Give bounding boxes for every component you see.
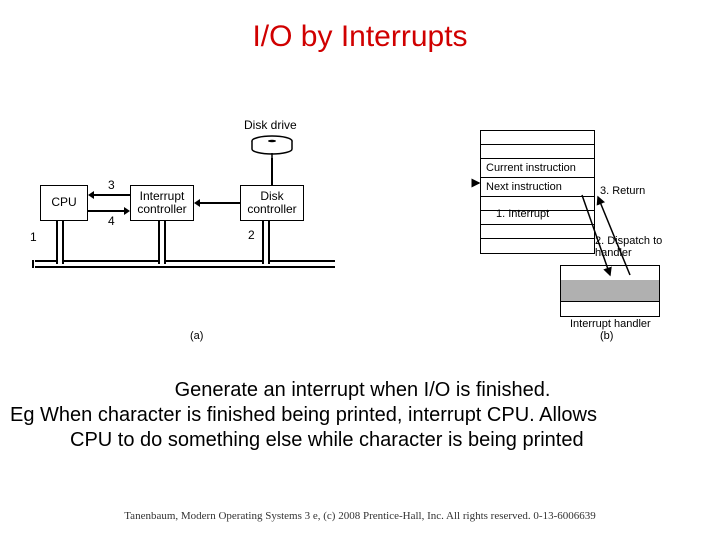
disk-drive-icon <box>250 135 295 155</box>
label-4: 4 <box>108 214 115 228</box>
arrow-3 <box>94 194 130 196</box>
footer-citation: Tanenbaum, Modern Operating Systems 3 e,… <box>0 510 720 522</box>
bus-riser-diskc <box>262 221 270 264</box>
body-line-2: Eg When character is finished being prin… <box>10 404 597 426</box>
bus-cap-right <box>335 260 338 268</box>
caption-a: (a) <box>190 330 203 342</box>
page-title: I/O by Interrupts <box>0 0 720 54</box>
label-3: 3 <box>108 178 115 192</box>
bus-riser-cpu <box>56 221 64 264</box>
arrow-4 <box>88 210 124 212</box>
label-handler: Interrupt handler <box>570 318 651 330</box>
disk-controller-label: Disk controller <box>241 190 303 216</box>
connector-line <box>271 158 273 185</box>
diagram-area: Disk drive CPU Interrupt controller Disk… <box>0 100 720 360</box>
bus-cap-left <box>32 260 35 268</box>
arrow-2 <box>200 202 240 204</box>
caption-b: (b) <box>600 330 613 342</box>
cpu-box: CPU <box>40 185 88 221</box>
body-line-1: Generate an interrupt when I/O is finish… <box>10 378 715 403</box>
label-1: 1 <box>30 230 37 244</box>
body-text: Generate an interrupt when I/O is finish… <box>10 378 715 453</box>
disk-controller-box: Disk controller <box>240 185 304 221</box>
bus-main <box>35 260 335 268</box>
interrupt-controller-label: Interrupt controller <box>131 190 193 216</box>
interrupt-controller-box: Interrupt controller <box>130 185 194 221</box>
label-2: 2 <box>248 228 255 242</box>
bus-riser-intc <box>158 221 166 264</box>
body-line-3: CPU to do something else while character… <box>10 428 715 453</box>
disk-drive-label: Disk drive <box>244 118 297 132</box>
right-arrows <box>470 175 670 315</box>
